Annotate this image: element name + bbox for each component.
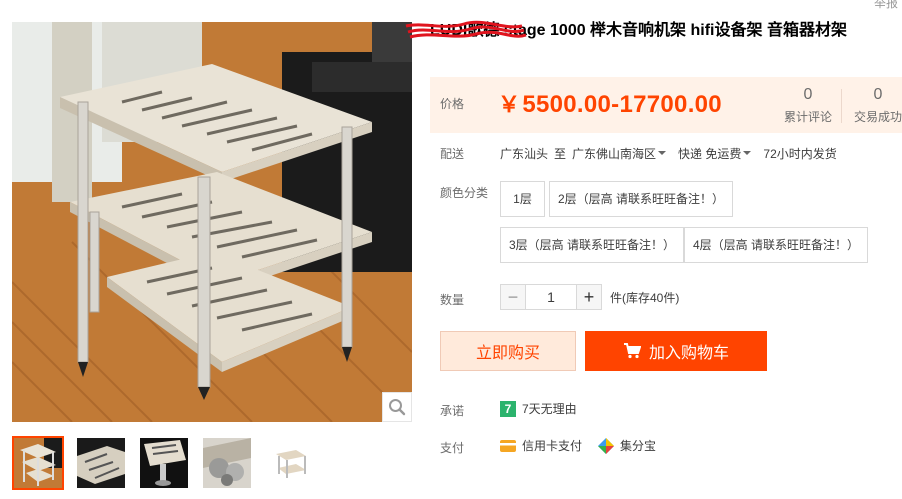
quantity-plus-button[interactable]: + — [576, 284, 602, 310]
chevron-down-icon[interactable] — [743, 150, 752, 155]
ship-from: 广东汕头 — [500, 147, 549, 161]
price-panel: 价格 ￥5500.00-17700.00 0 累计评论 0 交易成功 — [430, 77, 902, 133]
deals-label: 交易成功 — [853, 110, 902, 124]
quantity-input[interactable]: 1 — [526, 284, 576, 310]
ship-dispatch: 72小时内发货 — [763, 147, 837, 161]
deals-stat[interactable]: 0 交易成功 — [848, 85, 902, 125]
review-stat[interactable]: 0 累计评论 — [778, 85, 838, 125]
thumbnail-3[interactable] — [138, 436, 190, 490]
promise-row: 7 7天无理由 — [500, 400, 577, 417]
color-option-2[interactable]: 2层（层高 请联系旺旺备注！） — [549, 181, 734, 217]
add-to-cart-label: 加入购物车 — [648, 345, 729, 362]
price-value: ￥5500.00-17700.00 — [498, 87, 722, 119]
credit-card-icon — [500, 439, 516, 452]
ship-destination[interactable]: 广东佛山南海区 — [572, 145, 656, 162]
ship-method[interactable]: 快递 免运费 — [678, 145, 741, 162]
promise-text[interactable]: 7天无理由 — [522, 400, 577, 417]
buy-now-button[interactable]: 立即购买 — [440, 331, 576, 371]
report-link[interactable]: 举报 — [874, 0, 898, 11]
payment-jifenbao[interactable]: 集分宝 — [620, 437, 656, 454]
price-range: 5500.00-17700.00 — [522, 91, 722, 118]
color-option-3[interactable]: 3层（层高 请联系旺旺备注！） — [500, 227, 685, 263]
review-count: 0 — [803, 86, 813, 103]
add-to-cart-button[interactable]: 加入购物车 — [585, 331, 767, 371]
product-title-text: LUDI歌德 stage 1000 榉木音响机架 hifi设备架 音箱器材架 — [430, 22, 847, 39]
shipping-label: 配送 — [440, 147, 465, 161]
price-label: 价格 — [440, 97, 465, 111]
jifenbao-icon — [598, 437, 615, 454]
quantity-stepper: − 1 + 件(库存40件) — [500, 284, 679, 310]
payment-row: 信用卡支付 集分宝 — [500, 437, 656, 454]
cart-icon — [623, 343, 641, 359]
thumbnail-5[interactable] — [264, 436, 316, 490]
quantity-minus-button[interactable]: − — [500, 284, 526, 310]
thumbnail-strip — [12, 436, 316, 490]
quantity-label: 数量 — [440, 293, 465, 307]
deals-count: 0 — [873, 86, 883, 103]
seven-day-badge-icon: 7 — [500, 400, 516, 417]
payment-label: 支付 — [440, 441, 465, 455]
thumbnail-4[interactable] — [201, 436, 253, 490]
stock-text: 件(库存40件) — [610, 290, 680, 305]
color-option-1[interactable]: 1层 — [500, 181, 545, 217]
ship-to-word: 至 — [554, 147, 567, 161]
zoom-button[interactable] — [382, 392, 412, 422]
promise-label: 承诺 — [440, 404, 465, 418]
color-label: 颜色分类 — [440, 186, 489, 200]
chevron-down-icon[interactable] — [658, 150, 667, 155]
main-product-image — [12, 22, 412, 422]
currency-symbol: ￥ — [498, 92, 521, 117]
magnifier-icon — [389, 399, 406, 416]
thumbnail-2[interactable] — [75, 436, 127, 490]
stat-divider — [841, 89, 842, 123]
color-option-4[interactable]: 4层（层高 请联系旺旺备注！） — [684, 227, 869, 263]
thumbnail-1[interactable] — [12, 436, 64, 490]
product-title: LUDI歌德 stage 1000 榉木音响机架 hifi设备架 音箱器材架 — [405, 20, 902, 42]
payment-credit-card[interactable]: 信用卡支付 — [522, 437, 582, 454]
review-label: 累计评论 — [783, 110, 832, 124]
shipping-row: 广东汕头 至 广东佛山南海区 快递 免运费 72小时内发货 — [500, 145, 843, 162]
